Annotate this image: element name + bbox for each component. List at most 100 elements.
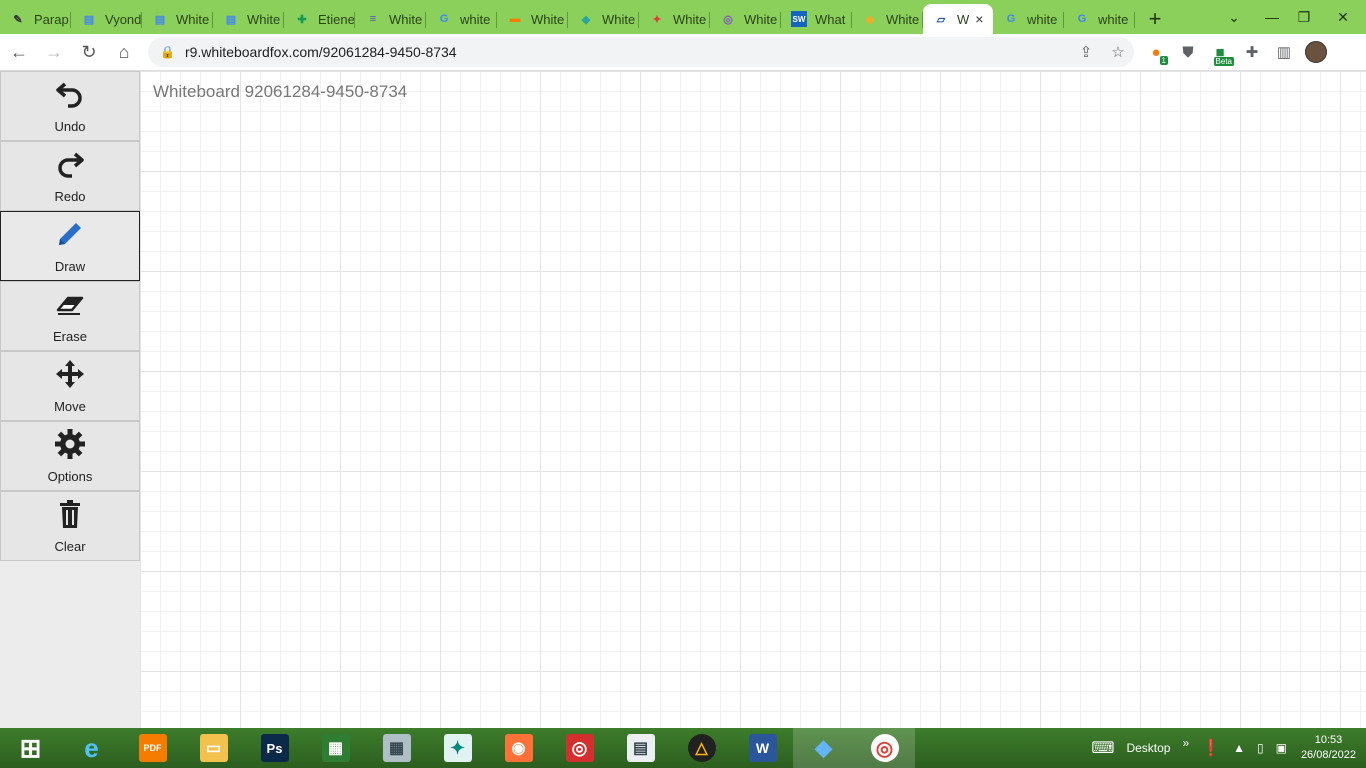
desktop-label[interactable]: Desktop [1126, 741, 1170, 755]
sheets-icon: ✚ [297, 13, 307, 26]
tool-sidebar: Undo Redo Draw Erase Move Options Clear [0, 71, 140, 728]
erase-button[interactable]: Erase [0, 281, 140, 351]
windows-start-taskbar-button[interactable]: ⊞ [0, 728, 61, 768]
chat-bubble-icon: ▬ [509, 13, 521, 25]
tool-label: Erase [53, 329, 87, 344]
browser-tab-active[interactable]: ▱ W × [923, 4, 993, 34]
profile-avatar[interactable] [1300, 36, 1332, 68]
new-tab-button[interactable]: + [1135, 4, 1175, 34]
home-icon[interactable]: ⌂ [108, 36, 140, 68]
bookmark-star-icon[interactable]: ☆ [1102, 43, 1134, 61]
address-bar[interactable]: 🔒 r9.whiteboardfox.com/92061284-9450-873… [148, 37, 1134, 67]
browser-tab[interactable]: Gwhite [1064, 4, 1135, 34]
draw-button[interactable]: Draw [0, 211, 140, 281]
calculator-icon: ▦ [382, 734, 411, 762]
word-taskbar-button[interactable]: W [732, 728, 793, 768]
browser-tab[interactable]: SW What [781, 4, 852, 34]
pinwheel-icon: ✦ [652, 13, 662, 26]
beta-badge: Beta [1213, 57, 1234, 66]
tab-title: White [389, 11, 423, 27]
pencil-icon [54, 218, 86, 253]
gear-icon [54, 428, 86, 463]
keyboard-icon[interactable]: ⌨ [1091, 738, 1114, 758]
browser-tab[interactable]: ▤ White [142, 4, 213, 34]
tab-search-icon[interactable]: ⌄ [1218, 0, 1250, 34]
store-icon: ▦ [321, 734, 350, 762]
url-text[interactable]: r9.whiteboardfox.com/92061284-9450-8734 [185, 44, 1070, 60]
browser-tab[interactable]: ◎ White [710, 4, 781, 34]
browser-tab[interactable]: ✎ Parap [0, 4, 71, 34]
cloud-app-taskbar-button[interactable]: ◆ [793, 728, 854, 768]
browser-tab[interactable]: ◆ White [568, 4, 639, 34]
options-button[interactable]: Options [0, 421, 140, 491]
internet-explorer-icon: e [84, 732, 99, 763]
minimize-icon[interactable]: — [1256, 0, 1288, 34]
target-app-taskbar-button[interactable]: ◎ [549, 728, 610, 768]
clock-date: 26/08/2022 [1300, 749, 1356, 761]
battery-icon[interactable]: ▯ [1257, 741, 1264, 755]
reader-app-icon: ▤ [626, 734, 655, 762]
back-icon[interactable]: ← [3, 36, 35, 68]
tray-chevron[interactable]: » [1182, 736, 1189, 750]
network-icon[interactable]: ▣ [1276, 741, 1287, 755]
tool-label: Move [54, 399, 86, 414]
side-panel-icon[interactable]: ▥ [1268, 36, 1300, 68]
redo-button[interactable]: Redo [0, 141, 140, 211]
sw-icon: SW [791, 11, 807, 27]
photoshop-taskbar-button[interactable]: Ps [244, 728, 305, 768]
beta-extension-icon[interactable]: ■ Beta [1204, 36, 1236, 68]
extension-orange-icon[interactable]: ● 1 [1140, 36, 1172, 68]
redo-icon [54, 148, 86, 183]
pdf-app-taskbar-button[interactable]: PDF [122, 728, 183, 768]
windows-taskbar: ⊞ e PDF ▭ Ps ▦ ▦ ✦ ◉ ◎ ▤ △ W ◆ ◎ ⌨ Desktop » ❗ ▲ ▯ ▣ 1… [0, 728, 1366, 768]
xmind-taskbar-button[interactable]: ✦ [427, 728, 488, 768]
move-button[interactable]: Move [0, 351, 140, 421]
help-alert-icon[interactable]: ❗ [1201, 738, 1221, 758]
tool-label: Undo [54, 119, 86, 134]
store-taskbar-button[interactable]: ▦ [305, 728, 366, 768]
docs-icon: ▤ [83, 13, 95, 26]
trash-icon [54, 498, 86, 533]
internet-explorer-taskbar-button[interactable]: e [61, 728, 122, 768]
browser-tab[interactable]: ✚ Etiene [284, 4, 355, 34]
chrome-icon: ◎ [870, 734, 899, 762]
clock[interactable]: 10:53 26/08/2022 [1301, 733, 1356, 763]
extensions-puzzle-icon[interactable]: ✚ [1236, 36, 1268, 68]
browser-tab[interactable]: ✦ White [639, 4, 710, 34]
share-icon[interactable]: ⇪ [1070, 43, 1102, 61]
calculator-taskbar-button[interactable]: ▦ [366, 728, 427, 768]
file-explorer-taskbar-button[interactable]: ▭ [183, 728, 244, 768]
taskbar-apps: ⊞ e PDF ▭ Ps ▦ ▦ ✦ ◉ ◎ ▤ △ W ◆ ◎ [0, 728, 915, 768]
google-icon: G [1077, 13, 1087, 25]
file-explorer-icon: ▭ [199, 734, 228, 762]
tab-close-icon[interactable]: × [975, 11, 983, 27]
chrome-taskbar-button[interactable]: ◎ [854, 728, 915, 768]
browser-tab[interactable]: Gwhite [993, 4, 1064, 34]
clear-button[interactable]: Clear [0, 491, 140, 561]
tab-title: Etiene [318, 11, 355, 27]
globe-icon: ◎ [723, 13, 733, 26]
forward-icon[interactable]: → [38, 36, 70, 68]
browser-tab[interactable]: ≡ White [355, 4, 426, 34]
browser-tab[interactable]: ▤ Vyond [71, 4, 142, 34]
restore-icon[interactable]: ❐ [1288, 0, 1320, 34]
reload-icon[interactable]: ↻ [73, 36, 105, 68]
undo-button[interactable]: Undo [0, 71, 140, 141]
lock-icon[interactable]: 🔒 [160, 45, 175, 59]
target-app-icon: ◎ [565, 734, 594, 762]
firefox-taskbar-button[interactable]: ◉ [488, 728, 549, 768]
quill-icon: ✎ [13, 13, 23, 26]
reader-app-taskbar-button[interactable]: ▤ [610, 728, 671, 768]
tab-title: White [176, 11, 210, 27]
shield-icon[interactable]: ⛊ [1172, 36, 1204, 68]
triangle-app-taskbar-button[interactable]: △ [671, 728, 732, 768]
show-hidden-icon[interactable]: ▲ [1233, 741, 1245, 755]
browser-tab[interactable]: ◈ White [852, 4, 923, 34]
whiteboard-canvas[interactable]: Whiteboard 92061284-9450-8734 [140, 71, 1366, 728]
browser-tab[interactable]: ▬ White [497, 4, 568, 34]
browser-tab[interactable]: ▤ White [213, 4, 284, 34]
tab-title: Vyond [105, 11, 142, 27]
browser-tab[interactable]: Gwhite [426, 4, 497, 34]
clock-time: 10:53 [1314, 734, 1343, 746]
window-close-icon[interactable]: ✕ [1320, 0, 1366, 34]
